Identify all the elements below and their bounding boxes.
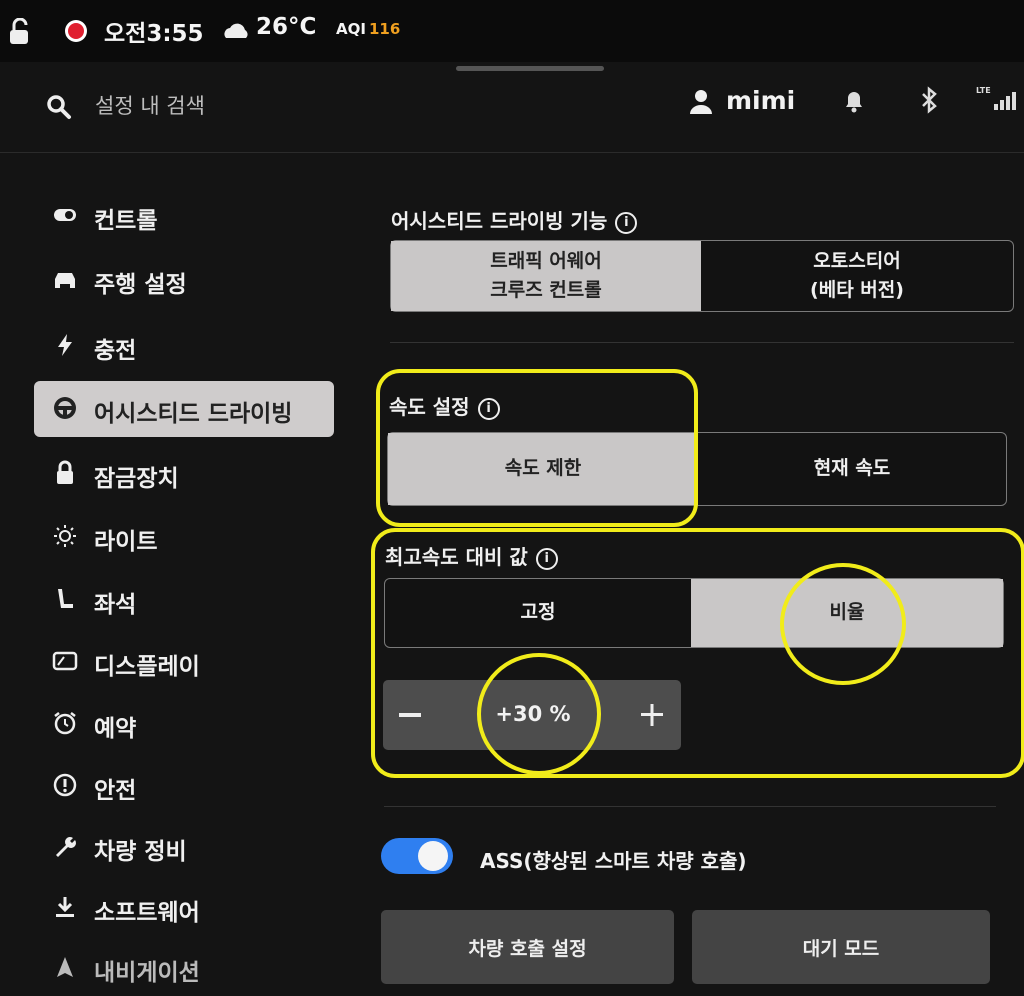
search-icon[interactable] (46, 94, 72, 120)
safety-icon (53, 773, 77, 797)
sidebar-item-charging[interactable]: 충전 (34, 318, 334, 374)
sidebar-item-label: 주행 설정 (94, 272, 187, 298)
status-bar: 오전3:55 26°C AQI 116 (0, 0, 1024, 62)
drag-handle[interactable] (456, 66, 604, 71)
sidebar-item-label: 라이트 (94, 529, 158, 555)
sidebar-item-label: 어시스티드 드라이빙 (94, 401, 293, 427)
sidebar-item-label: 소프트웨어 (94, 900, 200, 926)
option-traffic-aware-cruise[interactable]: 트래픽 어웨어 크루즈 컨트롤 (391, 241, 701, 311)
button-label: 대기 모드 (802, 937, 880, 960)
highlight-speed-setting (376, 369, 698, 527)
sidebar-item-label: 잠금장치 (94, 466, 179, 492)
seat-icon (58, 589, 73, 608)
sidebar-item-controls[interactable]: 컨트롤 (34, 188, 334, 244)
highlight-speed-offset (371, 528, 1024, 778)
assisted-driving-selector: 트래픽 어웨어 크루즈 컨트롤 오토스티어 (베타 버전) (390, 240, 1014, 312)
car-icon (55, 273, 75, 288)
unlock-icon[interactable] (8, 18, 34, 46)
sidebar-item-locks[interactable]: 잠금장치 (34, 446, 334, 502)
sidebar-item-label: 안전 (94, 778, 137, 804)
sidebar-item-software[interactable]: 소프트웨어 (34, 880, 334, 936)
navigation-icon (57, 957, 73, 977)
sidebar-item-schedule[interactable]: 예약 (34, 696, 334, 752)
assisted-driving-title: 어시스티드 드라이빙 기능 i (391, 205, 638, 234)
sidebar-item-label: 내비게이션 (94, 960, 200, 986)
option-current-speed[interactable]: 현재 속도 (698, 433, 1006, 505)
lock-icon (57, 460, 73, 484)
lte-signal-icon: LTE (976, 86, 1016, 110)
aqi-label: AQI (336, 20, 366, 38)
bolt-icon (58, 334, 72, 356)
aqi-value: 116 (369, 20, 401, 38)
ass-label: ASS(향상된 스마트 차량 호출) (480, 849, 747, 873)
highlight-percentage-circle (780, 563, 906, 685)
username[interactable]: mimi (726, 86, 795, 115)
alarm-icon (54, 712, 76, 735)
sidebar-item-label: 충전 (94, 338, 137, 364)
download-icon (56, 897, 74, 917)
user-icon[interactable] (688, 88, 714, 116)
sidebar-item-seats[interactable]: 좌석 (34, 572, 334, 628)
option-autosteer[interactable]: 오토스티어 (베타 버전) (701, 241, 1013, 311)
option-label: 트래픽 어웨어 크루즈 컨트롤 (490, 249, 602, 301)
sidebar-item-driving[interactable]: 주행 설정 (34, 252, 334, 308)
divider (390, 342, 1014, 343)
sidebar-item-safety[interactable]: 안전 (34, 758, 334, 814)
svg-text:LTE: LTE (976, 86, 991, 95)
sidebar-item-navigation[interactable]: 내비게이션 (34, 940, 334, 996)
temperature: 26°C (256, 14, 317, 40)
sidebar-item-label: 차량 정비 (94, 839, 187, 865)
bluetooth-icon[interactable] (918, 86, 940, 114)
sidebar-item-label: 디스플레이 (94, 654, 200, 680)
option-label: 현재 속도 (813, 457, 891, 480)
clock: 오전3:55 (104, 21, 204, 47)
sidebar-item-label: 예약 (94, 716, 137, 742)
bell-icon[interactable] (842, 88, 866, 114)
info-icon[interactable]: i (615, 211, 638, 234)
steering-wheel-icon (54, 397, 76, 419)
option-label: 오토스티어 (베타 버전) (810, 249, 904, 301)
search-input[interactable]: 설정 내 검색 (95, 90, 205, 120)
sidebar-item-label: 좌석 (94, 592, 137, 618)
sidebar-item-lights[interactable]: 라이트 (34, 509, 334, 565)
assisted-driving-title-text: 어시스티드 드라이빙 기능 (391, 209, 608, 233)
standby-mode-button[interactable]: 대기 모드 (692, 910, 990, 984)
wrench-icon (56, 837, 76, 857)
sidebar-item-label: 컨트롤 (94, 208, 158, 234)
sidebar-item-assisted-driving[interactable]: 어시스티드 드라이빙 (34, 381, 334, 437)
divider (384, 806, 996, 807)
summon-settings-button[interactable]: 차량 호출 설정 (381, 910, 674, 984)
highlight-value-circle (477, 653, 601, 775)
toggle-icon (54, 209, 76, 221)
recording-icon[interactable] (64, 19, 88, 43)
light-icon (54, 525, 76, 547)
display-icon (52, 651, 78, 671)
toggle-knob (418, 841, 448, 871)
button-label: 차량 호출 설정 (468, 937, 587, 960)
sidebar-item-service[interactable]: 차량 정비 (34, 819, 334, 875)
sidebar-item-display[interactable]: 디스플레이 (34, 634, 334, 690)
weather-icon (224, 23, 248, 38)
